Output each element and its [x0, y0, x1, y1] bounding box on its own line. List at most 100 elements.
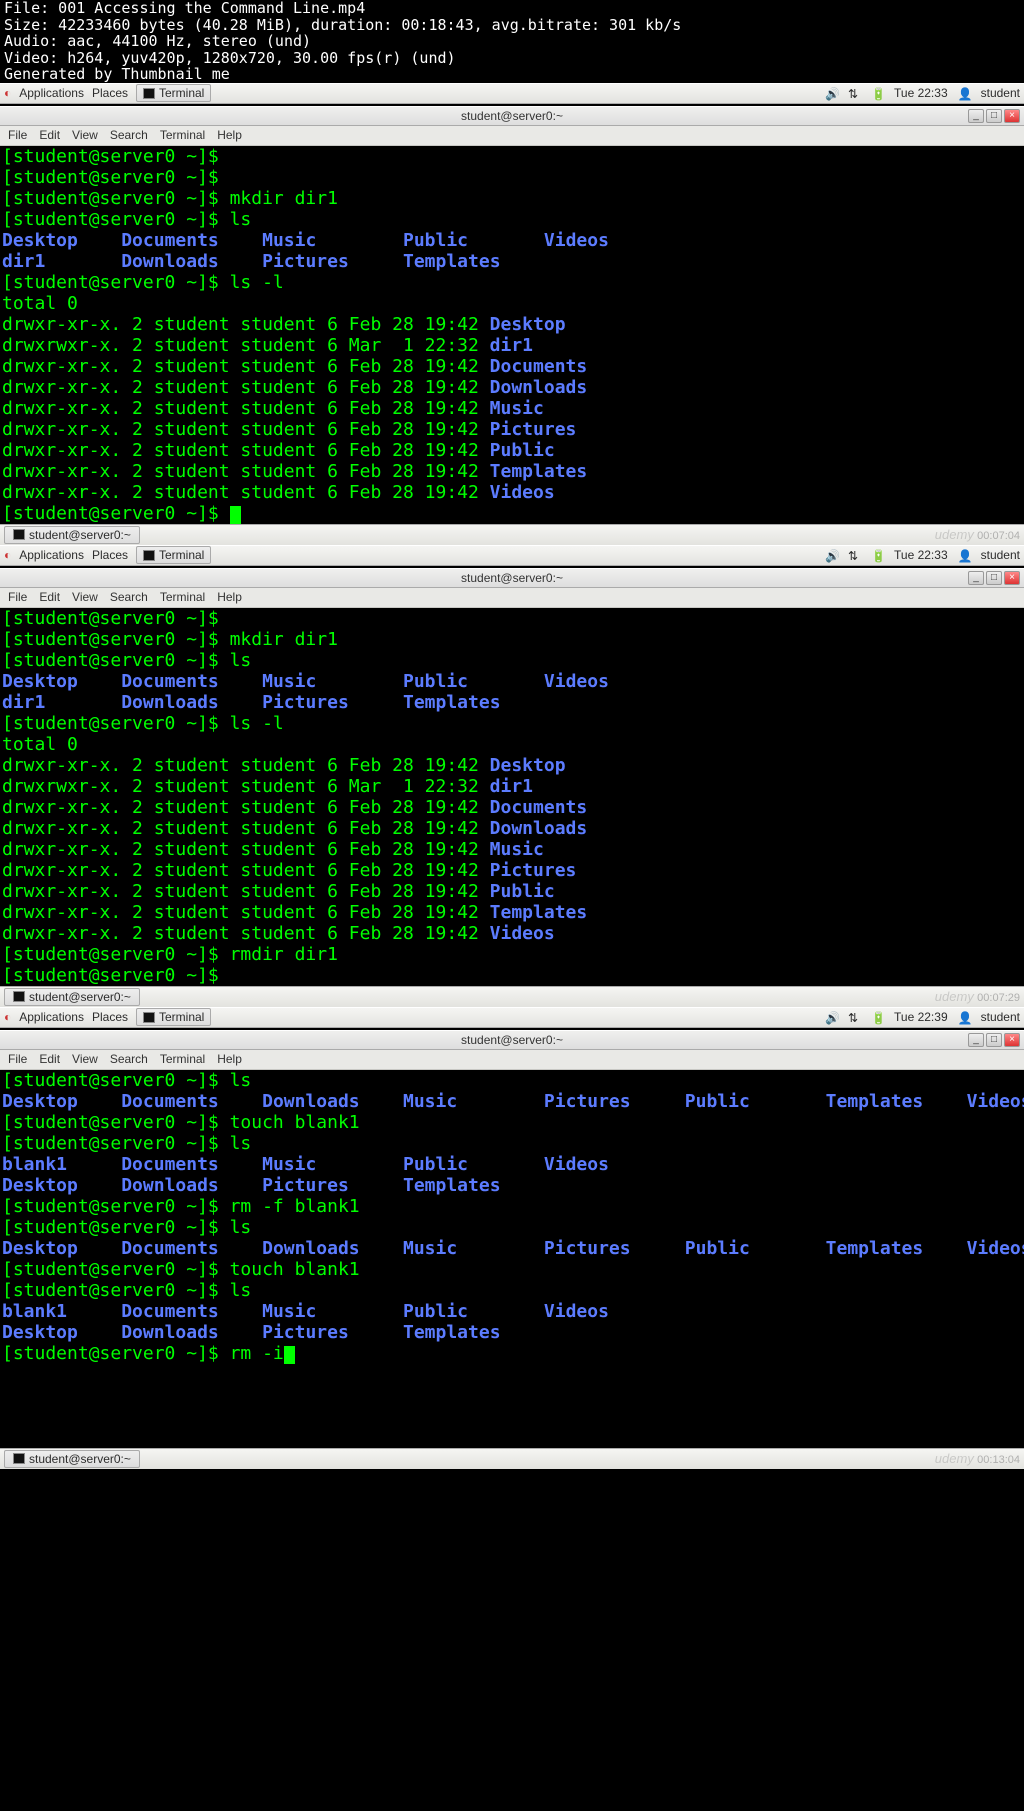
file-info-line: Audio: aac, 44100 Hz, stereo (und) — [4, 33, 1020, 50]
user-menu[interactable]: student — [981, 1010, 1020, 1024]
terminal-icon — [13, 991, 25, 1002]
file-info-header: File: 001 Accessing the Command Line.mp4… — [0, 0, 1024, 83]
top-panel: ◐ Applications Places Terminal 🔊 ⇅ 🔋 Tue… — [0, 83, 1024, 104]
network-icon[interactable]: ⇅ — [848, 1011, 861, 1024]
user-menu[interactable]: student — [981, 86, 1020, 100]
taskbar-entry[interactable]: student@server0:~ — [4, 526, 140, 544]
window-minimize-button[interactable]: _ — [968, 571, 984, 585]
applications-menu[interactable]: Applications — [19, 548, 84, 562]
menu-terminal[interactable]: Terminal — [160, 128, 205, 142]
taskbar-entry[interactable]: student@server0:~ — [4, 988, 140, 1006]
user-icon[interactable]: 👤 — [958, 1011, 971, 1024]
terminal-output[interactable]: [student@server0 ~]$ [student@server0 ~]… — [0, 146, 1024, 524]
window-maximize-button[interactable]: □ — [986, 571, 1002, 585]
clock[interactable]: Tue 22:39 — [894, 1010, 948, 1024]
watermark: udemy — [935, 989, 974, 1004]
terminal-output[interactable]: [student@server0 ~]$ [student@server0 ~]… — [0, 608, 1024, 986]
distro-logo-icon: ◐ — [4, 548, 11, 562]
terminal-label: Terminal — [159, 1010, 204, 1024]
network-icon[interactable]: ⇅ — [848, 549, 861, 562]
file-info-line: Video: h264, yuv420p, 1280x720, 30.00 fp… — [4, 50, 1020, 67]
distro-logo-icon: ◐ — [4, 86, 11, 100]
window-titlebar[interactable]: student@server0:~ _ □ × — [0, 106, 1024, 126]
places-menu[interactable]: Places — [92, 1010, 128, 1024]
bottom-panel: student@server0:~ udemy 00:07:29 — [0, 986, 1024, 1007]
window-close-button[interactable]: × — [1004, 571, 1020, 585]
volume-icon[interactable]: 🔊 — [825, 87, 838, 100]
terminal-label: Terminal — [159, 548, 204, 562]
top-panel: ◐ Applications Places Terminal 🔊 ⇅ 🔋 Tue… — [0, 545, 1024, 566]
menu-edit[interactable]: Edit — [39, 128, 60, 142]
window-maximize-button[interactable]: □ — [986, 1033, 1002, 1047]
battery-icon[interactable]: 🔋 — [871, 549, 884, 562]
clock[interactable]: Tue 22:33 — [894, 548, 948, 562]
menu-search[interactable]: Search — [110, 128, 148, 142]
bottom-panel: student@server0:~ udemy 00:13:04 — [0, 1448, 1024, 1469]
clock[interactable]: Tue 22:33 — [894, 86, 948, 100]
watermark: udemy — [935, 1451, 974, 1466]
terminal-label: Terminal — [159, 86, 204, 100]
menu-edit[interactable]: Edit — [39, 1052, 60, 1066]
window-close-button[interactable]: × — [1004, 1033, 1020, 1047]
menu-terminal[interactable]: Terminal — [160, 590, 205, 604]
window-titlebar[interactable]: student@server0:~ _ □ × — [0, 568, 1024, 588]
battery-icon[interactable]: 🔋 — [871, 87, 884, 100]
places-menu[interactable]: Places — [92, 548, 128, 562]
volume-icon[interactable]: 🔊 — [825, 1011, 838, 1024]
menubar: File Edit View Search Terminal Help — [0, 588, 1024, 608]
menu-help[interactable]: Help — [217, 590, 242, 604]
applications-menu[interactable]: Applications — [19, 86, 84, 100]
file-info-line: Size: 42233460 bytes (40.28 MiB), durati… — [4, 17, 1020, 34]
window-title: student@server0:~ — [461, 109, 563, 123]
menu-view[interactable]: View — [72, 1052, 98, 1066]
timestamp: 00:07:29 — [977, 992, 1020, 1004]
taskbar-terminal-button[interactable]: Terminal — [136, 84, 211, 102]
top-panel: ◐ Applications Places Terminal 🔊 ⇅ 🔋 Tue… — [0, 1007, 1024, 1028]
file-info-line: File: 001 Accessing the Command Line.mp4 — [4, 0, 1020, 17]
menu-file[interactable]: File — [8, 590, 27, 604]
terminal-window: student@server0:~ _ □ × File Edit View S… — [0, 568, 1024, 986]
menubar: File Edit View Search Terminal Help — [0, 126, 1024, 146]
user-icon[interactable]: 👤 — [958, 87, 971, 100]
taskbar-terminal-button[interactable]: Terminal — [136, 1008, 211, 1026]
terminal-output[interactable]: [student@server0 ~]$ ls Desktop Document… — [0, 1070, 1024, 1448]
terminal-icon — [13, 529, 25, 540]
menu-help[interactable]: Help — [217, 1052, 242, 1066]
window-maximize-button[interactable]: □ — [986, 109, 1002, 123]
terminal-icon — [13, 1453, 25, 1464]
window-minimize-button[interactable]: _ — [968, 1033, 984, 1047]
taskbar-entry[interactable]: student@server0:~ — [4, 1450, 140, 1468]
menu-file[interactable]: File — [8, 128, 27, 142]
menubar: File Edit View Search Terminal Help — [0, 1050, 1024, 1070]
menu-search[interactable]: Search — [110, 1052, 148, 1066]
menu-help[interactable]: Help — [217, 128, 242, 142]
terminal-window: student@server0:~ _ □ × File Edit View S… — [0, 1030, 1024, 1448]
window-close-button[interactable]: × — [1004, 109, 1020, 123]
network-icon[interactable]: ⇅ — [848, 87, 861, 100]
user-icon[interactable]: 👤 — [958, 549, 971, 562]
file-info-line: Generated by Thumbnail me — [4, 66, 1020, 83]
window-minimize-button[interactable]: _ — [968, 109, 984, 123]
menu-terminal[interactable]: Terminal — [160, 1052, 205, 1066]
terminal-window: student@server0:~ _ □ × File Edit View S… — [0, 106, 1024, 524]
window-title: student@server0:~ — [461, 571, 563, 585]
window-title: student@server0:~ — [461, 1033, 563, 1047]
battery-icon[interactable]: 🔋 — [871, 1011, 884, 1024]
menu-edit[interactable]: Edit — [39, 590, 60, 604]
timestamp: 00:13:04 — [977, 1454, 1020, 1466]
menu-view[interactable]: View — [72, 128, 98, 142]
applications-menu[interactable]: Applications — [19, 1010, 84, 1024]
distro-logo-icon: ◐ — [4, 1010, 11, 1024]
bottom-panel: student@server0:~ udemy 00:07:04 — [0, 524, 1024, 545]
terminal-icon — [143, 1012, 155, 1023]
window-titlebar[interactable]: student@server0:~ _ □ × — [0, 1030, 1024, 1050]
menu-file[interactable]: File — [8, 1052, 27, 1066]
taskbar-entry-label: student@server0:~ — [29, 528, 131, 542]
timestamp: 00:07:04 — [977, 530, 1020, 542]
taskbar-terminal-button[interactable]: Terminal — [136, 546, 211, 564]
places-menu[interactable]: Places — [92, 86, 128, 100]
user-menu[interactable]: student — [981, 548, 1020, 562]
volume-icon[interactable]: 🔊 — [825, 549, 838, 562]
menu-search[interactable]: Search — [110, 590, 148, 604]
menu-view[interactable]: View — [72, 590, 98, 604]
